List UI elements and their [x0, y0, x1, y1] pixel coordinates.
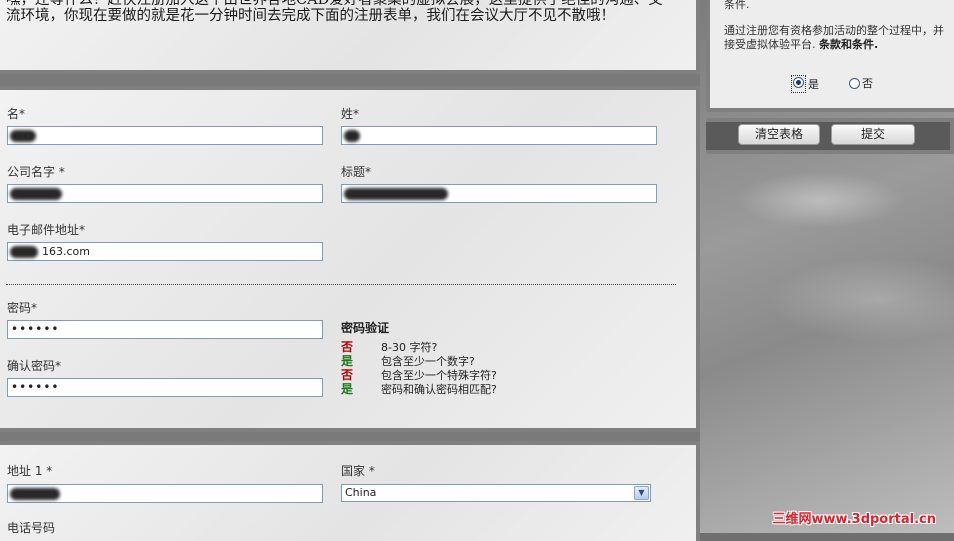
- confirm-password-label: 确认密码*: [7, 359, 62, 373]
- terms-no-option[interactable]: 否: [849, 75, 873, 91]
- email-value: 163.com: [42, 245, 90, 258]
- terms-link[interactable]: 条款和条件.: [819, 38, 878, 51]
- redacted-mark: [10, 130, 36, 142]
- section-divider: [6, 284, 676, 285]
- password-label: 密码*: [7, 301, 38, 315]
- validation-status: 是: [341, 354, 354, 368]
- password-input[interactable]: ••••••: [7, 320, 323, 339]
- clear-form-button[interactable]: 清空表格: [738, 124, 820, 145]
- terms-yes-label: 是: [808, 78, 819, 91]
- company-input[interactable]: [7, 184, 323, 203]
- country-select-value: China: [345, 486, 377, 499]
- redacted-mark: [10, 188, 62, 200]
- address-input[interactable]: [7, 484, 323, 503]
- terms-no-label: 否: [862, 77, 873, 90]
- last-name-input[interactable]: [341, 126, 657, 145]
- radio-yes-icon[interactable]: [793, 77, 804, 88]
- chevron-down-icon[interactable]: ▼: [634, 486, 649, 500]
- password-validation-row: 否 8-30 字符?: [341, 340, 437, 354]
- validation-status: 否: [341, 368, 354, 382]
- first-name-label: 名*: [7, 107, 26, 121]
- email-input[interactable]: 163.com: [7, 242, 323, 261]
- redacted-mark: [10, 488, 60, 500]
- password-validation-row: 是 密码和确认密码相匹配?: [341, 382, 497, 396]
- validation-rule-text: 密码和确认密码相匹配?: [381, 383, 497, 396]
- first-name-input[interactable]: [7, 126, 323, 145]
- password-validation-row: 是 包含至少一个数字?: [341, 354, 475, 368]
- terms-text: 通过注册您有资格参加活动的整个过程中，并接受虚拟体验平台. 条款和条件.: [724, 24, 944, 52]
- validation-rule-text: 8-30 字符?: [381, 341, 438, 354]
- redacted-mark: [10, 246, 38, 258]
- country-label: 国家 *: [341, 464, 375, 478]
- terms-top-text: 条件.: [724, 0, 750, 11]
- phone-label: 电话号码: [7, 521, 56, 535]
- redacted-mark: [344, 188, 448, 200]
- address-label: 地址 1 *: [7, 464, 53, 478]
- radio-no-icon[interactable]: [849, 77, 860, 89]
- last-name-label: 姓*: [341, 107, 360, 121]
- email-label: 电子邮件地址*: [7, 223, 86, 237]
- site-watermark: 三维网www.3dportal.cn: [772, 512, 936, 527]
- confirm-password-input[interactable]: ••••••: [7, 378, 323, 397]
- terms-panel: [706, 0, 954, 112]
- password-validation-title: 密码验证: [341, 321, 390, 335]
- redacted-mark: [344, 130, 360, 142]
- validation-rule-text: 包含至少一个特殊字符?: [381, 369, 497, 382]
- submit-button[interactable]: 提交: [831, 124, 915, 145]
- validation-rule-text: 包含至少一个数字?: [381, 355, 475, 368]
- validation-status: 否: [341, 340, 354, 354]
- country-select[interactable]: China ▼: [341, 484, 651, 502]
- title-input[interactable]: [341, 184, 657, 203]
- validation-status: 是: [341, 382, 354, 396]
- company-label: 公司名字 *: [7, 165, 65, 179]
- terms-yes-option[interactable]: 是: [791, 75, 819, 93]
- radio-focus-ring: [791, 75, 806, 93]
- password-validation-row: 否 包含至少一个特殊字符?: [341, 368, 497, 382]
- title-label: 标题*: [341, 165, 372, 179]
- intro-text: 嘿，还等什么？赶快注册加入这个由世界各地CAD爱好者聚集的虚拟会展，这里提供了绝…: [6, 0, 663, 24]
